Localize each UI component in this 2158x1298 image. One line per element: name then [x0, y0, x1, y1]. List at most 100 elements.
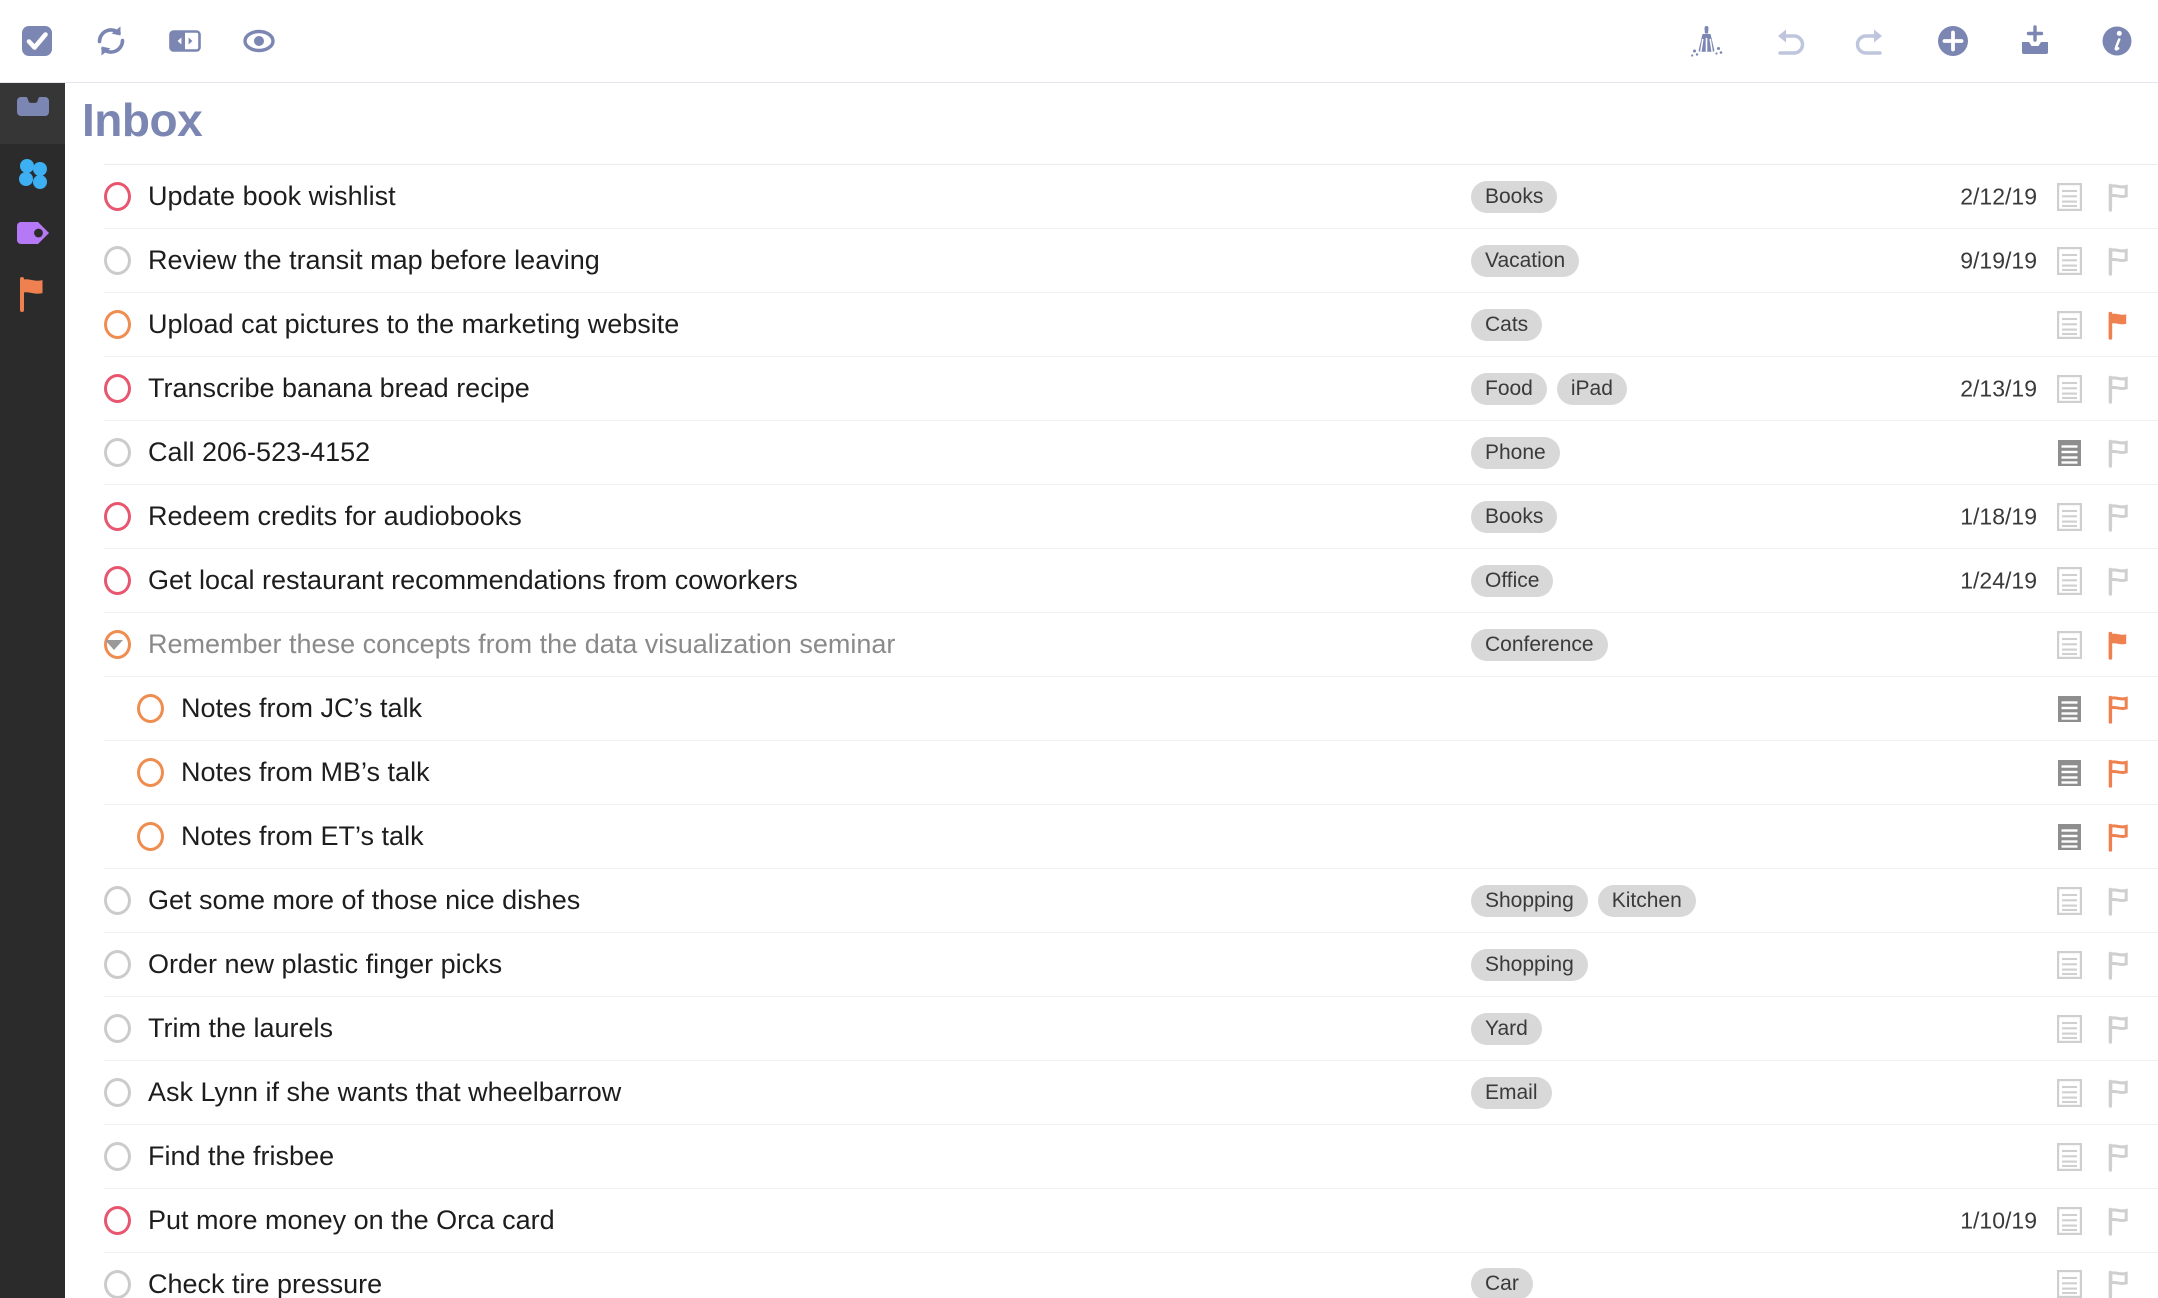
flag-icon[interactable]: [2106, 823, 2133, 852]
task-row[interactable]: Get some more of those nice dishes Shoppi…: [104, 868, 2158, 932]
flag-icon[interactable]: [2106, 1270, 2133, 1298]
flag-icon[interactable]: [2106, 1015, 2133, 1044]
task-row[interactable]: Update book wishlist Books 2/12/19: [104, 164, 2158, 228]
undo-icon[interactable]: [1766, 18, 1812, 64]
task-status-circle[interactable]: [104, 566, 131, 595]
note-icon[interactable]: [2057, 1206, 2082, 1235]
note-icon[interactable]: [2057, 950, 2082, 979]
task-tag[interactable]: Car: [1471, 1268, 1533, 1298]
task-status-circle[interactable]: [104, 886, 131, 915]
task-status-circle[interactable]: [104, 1269, 131, 1298]
note-icon[interactable]: [2057, 1014, 2082, 1043]
flag-icon[interactable]: [2106, 951, 2133, 980]
task-tag[interactable]: Food: [1471, 372, 1547, 405]
task-status-circle[interactable]: [104, 182, 131, 211]
task-row[interactable]: Find the frisbee: [104, 1124, 2158, 1188]
task-tag[interactable]: Yard: [1471, 1012, 1542, 1045]
note-icon[interactable]: [2057, 374, 2082, 403]
task-tag[interactable]: Conference: [1471, 628, 1608, 661]
task-row[interactable]: Redeem credits for audiobooks Books 1/18/1…: [104, 484, 2158, 548]
note-icon[interactable]: [2057, 310, 2082, 339]
sidebar-item-projects[interactable]: [0, 144, 65, 205]
task-row[interactable]: Review the transit map before leaving Vac…: [104, 228, 2158, 292]
view-icon[interactable]: [236, 18, 282, 64]
task-row[interactable]: Notes from ET’s talk: [104, 804, 2158, 868]
note-icon[interactable]: [2057, 759, 2082, 787]
task-tag[interactable]: Phone: [1471, 436, 1560, 469]
sidebar-item-tags[interactable]: [0, 205, 65, 266]
flag-icon[interactable]: [2106, 1207, 2133, 1236]
flag-icon[interactable]: [2106, 1143, 2133, 1172]
task-row[interactable]: Check tire pressure Car: [104, 1252, 2158, 1298]
task-status-circle[interactable]: [104, 310, 131, 339]
task-tag[interactable]: Books: [1471, 180, 1558, 213]
info-icon[interactable]: [2094, 18, 2140, 64]
flag-icon[interactable]: [2106, 887, 2133, 916]
task-status-circle[interactable]: [104, 1078, 131, 1107]
task-row[interactable]: Call 206-523-4152 Phone: [104, 420, 2158, 484]
task-status-circle[interactable]: [104, 1014, 131, 1043]
task-row[interactable]: Ask Lynn if she wants that wheelbarrow Em…: [104, 1060, 2158, 1124]
task-row[interactable]: Transcribe banana bread recipe Food iPad 2/…: [104, 356, 2158, 420]
note-icon[interactable]: [2057, 439, 2082, 467]
task-tag[interactable]: iPad: [1556, 372, 1627, 405]
sidebar-item-inbox[interactable]: [0, 83, 65, 144]
task-status-circle[interactable]: [104, 1206, 131, 1235]
task-tag[interactable]: Email: [1471, 1076, 1552, 1109]
flag-icon[interactable]: [2106, 503, 2133, 532]
task-row[interactable]: Trim the laurels Yard: [104, 996, 2158, 1060]
flag-icon[interactable]: [2106, 311, 2133, 340]
note-icon[interactable]: [2057, 566, 2082, 595]
task-tag[interactable]: Shopping: [1471, 948, 1588, 981]
task-row[interactable]: Put more money on the Orca card 1/10/19: [104, 1188, 2158, 1252]
task-status-circle[interactable]: [104, 374, 131, 403]
note-icon[interactable]: [2057, 695, 2082, 723]
note-icon[interactable]: [2057, 1142, 2082, 1171]
flag-icon[interactable]: [2106, 759, 2133, 788]
task-row[interactable]: Notes from MB’s talk: [104, 740, 2158, 804]
note-icon[interactable]: [2057, 246, 2082, 275]
note-icon[interactable]: [2057, 182, 2082, 211]
note-icon[interactable]: [2057, 502, 2082, 531]
task-status-circle[interactable]: [104, 246, 131, 275]
note-icon[interactable]: [2057, 630, 2082, 659]
flag-icon[interactable]: [2106, 439, 2133, 468]
task-status-circle[interactable]: [137, 822, 164, 851]
note-icon[interactable]: [2057, 1078, 2082, 1107]
flag-icon[interactable]: [2106, 1079, 2133, 1108]
sidebar-item-forecast[interactable]: [0, 266, 65, 327]
flag-icon[interactable]: [2106, 247, 2133, 276]
note-icon[interactable]: [2057, 886, 2082, 915]
inbox-add-icon[interactable]: [2012, 18, 2058, 64]
clean-up-icon[interactable]: [1684, 18, 1730, 64]
task-status-circle[interactable]: [104, 502, 131, 531]
task-status-circle[interactable]: [104, 1142, 131, 1171]
task-status-circle[interactable]: [137, 694, 164, 723]
flag-icon[interactable]: [2106, 375, 2133, 404]
task-tag[interactable]: Kitchen: [1597, 884, 1696, 917]
task-tag[interactable]: Vacation: [1471, 244, 1580, 277]
task-status-circle[interactable]: [104, 438, 131, 467]
task-row[interactable]: Notes from JC’s talk: [104, 676, 2158, 740]
disclosure-triangle-icon[interactable]: [103, 634, 125, 656]
task-row[interactable]: Get local restaurant recommendations fro…: [104, 548, 2158, 612]
flag-icon[interactable]: [2106, 567, 2133, 596]
sync-icon[interactable]: [88, 18, 134, 64]
note-icon[interactable]: [2057, 823, 2082, 851]
task-tag[interactable]: Books: [1471, 500, 1558, 533]
task-row[interactable]: Order new plastic finger picks Shopping: [104, 932, 2158, 996]
task-tag[interactable]: Shopping: [1471, 884, 1588, 917]
task-row[interactable]: Remember these concepts from the data vi…: [104, 612, 2158, 676]
completed-icon[interactable]: [14, 18, 60, 64]
task-status-circle[interactable]: [137, 758, 164, 787]
flag-icon[interactable]: [2106, 695, 2133, 724]
task-tag[interactable]: Cats: [1471, 308, 1543, 341]
task-row[interactable]: Upload cat pictures to the marketing web…: [104, 292, 2158, 356]
task-status-circle[interactable]: [104, 950, 131, 979]
flag-icon[interactable]: [2106, 183, 2133, 212]
add-icon[interactable]: [1930, 18, 1976, 64]
sidebar-toggle-icon[interactable]: [162, 18, 208, 64]
flag-icon[interactable]: [2106, 631, 2133, 660]
task-tag[interactable]: Office: [1471, 564, 1554, 597]
redo-icon[interactable]: [1848, 18, 1894, 64]
